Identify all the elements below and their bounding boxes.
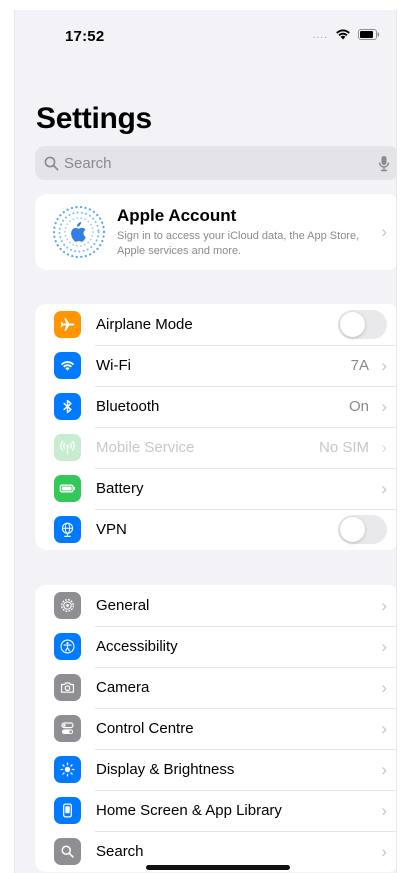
row-label: VPN xyxy=(96,521,127,538)
settings-row-mobile-service[interactable]: Mobile Service No SIM › xyxy=(35,427,396,468)
bluetooth-status-value: On xyxy=(348,398,369,415)
row-label: Mobile Service xyxy=(96,439,195,456)
row-label: Display & Brightness xyxy=(96,761,235,778)
chevron-right-icon: › xyxy=(381,636,387,656)
settings-screen: 17:52 .... Settings Search Apple Account… xyxy=(14,10,397,873)
chevron-right-icon: › xyxy=(381,841,387,861)
chevron-right-icon: › xyxy=(381,677,387,697)
row-label: Search xyxy=(96,843,144,860)
search-icon xyxy=(54,838,81,865)
row-label: Accessibility xyxy=(96,638,178,655)
row-label: Control Centre xyxy=(96,720,194,737)
connectivity-group: Airplane Mode Wi-Fi 7A › Bluetooth On › xyxy=(35,304,396,550)
chevron-right-icon: › xyxy=(381,800,387,820)
row-label: Wi-Fi xyxy=(96,357,131,374)
search-bar[interactable] xyxy=(35,146,396,180)
apple-account-card[interactable]: Apple Account Sign in to access your iCl… xyxy=(35,194,396,270)
mobile-service-value: No SIM xyxy=(318,439,369,456)
settings-row-airplane-mode[interactable]: Airplane Mode xyxy=(35,304,396,345)
airplane-icon xyxy=(54,311,81,338)
wifi-icon xyxy=(54,352,81,379)
chevron-right-icon: › xyxy=(381,355,387,375)
row-label: General xyxy=(96,597,150,614)
chevron-right-icon: › xyxy=(381,718,387,738)
general-group: General › Accessibility › Camera › Contr… xyxy=(35,585,396,872)
status-time: 17:52 xyxy=(65,28,105,45)
status-icons: .... xyxy=(313,27,380,41)
settings-row-accessibility[interactable]: Accessibility › xyxy=(35,626,396,667)
wifi-network-value: 7A xyxy=(350,357,369,374)
phone-icon xyxy=(54,797,81,824)
microphone-icon[interactable] xyxy=(378,155,390,172)
settings-row-wifi[interactable]: Wi-Fi 7A › xyxy=(35,345,396,386)
status-bar: 17:52 .... xyxy=(15,10,396,58)
row-label: Airplane Mode xyxy=(96,316,193,333)
battery-status-icon xyxy=(358,28,380,40)
settings-row-bluetooth[interactable]: Bluetooth On › xyxy=(35,386,396,427)
antenna-icon xyxy=(54,434,81,461)
search-icon xyxy=(44,156,59,170)
home-indicator[interactable] xyxy=(146,865,290,870)
bluetooth-icon xyxy=(54,393,81,420)
settings-row-battery[interactable]: Battery › xyxy=(35,468,396,509)
settings-row-home-screen[interactable]: Home Screen & App Library › xyxy=(35,790,396,831)
settings-row-camera[interactable]: Camera › xyxy=(35,667,396,708)
camera-icon xyxy=(54,674,81,701)
settings-row-control-centre[interactable]: Control Centre › xyxy=(35,708,396,749)
chevron-right-icon: › xyxy=(381,396,387,416)
chevron-right-icon: › xyxy=(381,595,387,615)
chevron-right-icon: › xyxy=(381,437,387,457)
settings-row-display-brightness[interactable]: Display & Brightness › xyxy=(35,749,396,790)
account-text: Apple Account Sign in to access your iCl… xyxy=(117,206,375,259)
row-label: Camera xyxy=(96,679,150,696)
row-label: Home Screen & App Library xyxy=(96,802,282,819)
account-subtitle: Sign in to access your iCloud data, the … xyxy=(117,229,360,257)
sun-icon xyxy=(54,756,81,783)
row-label: Bluetooth xyxy=(96,398,160,415)
airplane-mode-toggle[interactable] xyxy=(338,310,387,339)
globe-icon xyxy=(54,516,81,543)
apple-account-avatar-icon xyxy=(52,205,106,259)
chevron-right-icon: › xyxy=(381,222,387,241)
wifi-status-icon xyxy=(336,29,350,40)
battery-icon xyxy=(54,475,81,502)
settings-row-general[interactable]: General › xyxy=(35,585,396,626)
signal-icon: .... xyxy=(312,30,328,41)
account-title: Apple Account xyxy=(117,205,237,225)
page-title: Settings xyxy=(36,102,152,135)
search-input[interactable] xyxy=(64,154,378,172)
vpn-toggle[interactable] xyxy=(338,515,387,544)
chevron-right-icon: › xyxy=(381,759,387,779)
row-label: Battery xyxy=(96,480,144,497)
accessibility-icon xyxy=(54,633,81,660)
settings-row-vpn[interactable]: VPN xyxy=(35,509,396,550)
gear-icon xyxy=(54,592,81,619)
chevron-right-icon: › xyxy=(381,478,387,498)
switches-icon xyxy=(54,715,81,742)
